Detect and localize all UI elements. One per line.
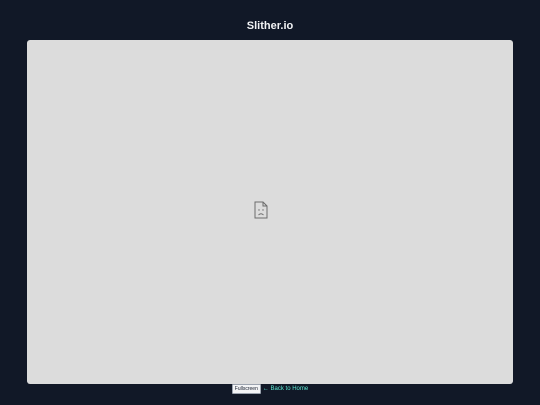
page: Slither.io Fullscreen ← Back to Home: [0, 0, 540, 405]
page-title: Slither.io: [246, 20, 294, 32]
footer-controls: Fullscreen ← Back to Home: [0, 384, 540, 394]
broken-image-icon: [254, 201, 268, 219]
back-to-home-link[interactable]: ← Back to Home: [263, 385, 308, 393]
game-iframe[interactable]: [27, 40, 513, 384]
fullscreen-button[interactable]: Fullscreen: [231, 384, 261, 394]
